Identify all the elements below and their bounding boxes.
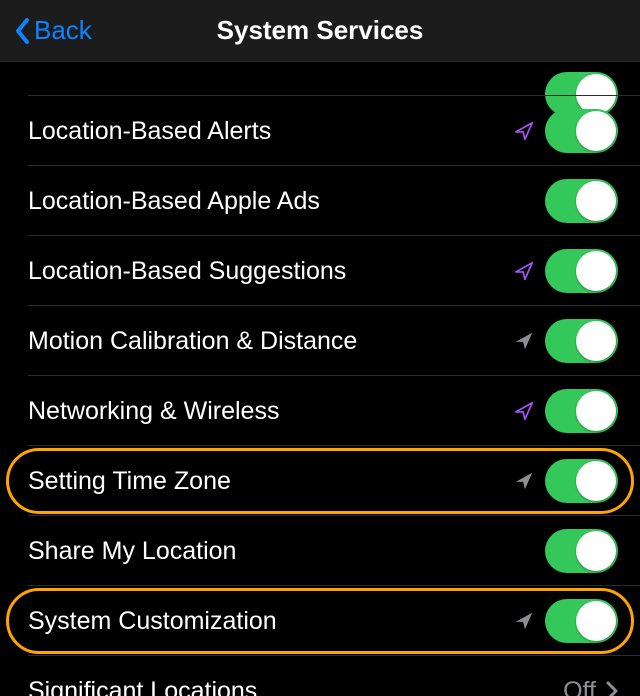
list-item: Share My Location (0, 516, 640, 586)
back-button[interactable]: Back (0, 15, 92, 46)
row-label: Significant Locations (28, 677, 563, 696)
list-item: Setting Time Zone (0, 446, 640, 516)
chevron-left-icon (14, 17, 30, 45)
toggle-switch[interactable] (545, 179, 618, 223)
row-label: Share My Location (28, 537, 545, 566)
row-label: Networking & Wireless (28, 397, 513, 426)
list-item-link[interactable]: Significant LocationsOff (0, 656, 640, 696)
location-arrow-icon (513, 470, 535, 492)
list-item: Location-Based Alerts (0, 96, 640, 166)
toggle-switch[interactable] (545, 599, 618, 643)
row-label: Motion Calibration & Distance (28, 327, 513, 356)
nav-header: Back System Services (0, 0, 640, 62)
toggle-switch[interactable] (545, 249, 618, 293)
toggle-switch[interactable] (545, 109, 618, 153)
list-item: Location-Based Apple Ads (0, 166, 640, 236)
row-label: Location-Based Alerts (28, 117, 513, 146)
toggle-switch[interactable] (545, 529, 618, 573)
row-label: Location-Based Suggestions (28, 257, 513, 286)
chevron-right-icon (606, 681, 618, 696)
row-value: Off (563, 677, 596, 696)
row-label: Setting Time Zone (28, 467, 513, 496)
toggle-switch[interactable] (545, 319, 618, 363)
row-label: System Customization (28, 607, 513, 636)
toggle-switch[interactable] (545, 389, 618, 433)
settings-list: Location-Based Alerts Location-Based App… (0, 62, 640, 696)
back-label: Back (34, 15, 92, 46)
location-arrow-icon (513, 260, 535, 282)
location-arrow-icon (513, 400, 535, 422)
list-item: Location-Based Suggestions (0, 236, 640, 306)
page-title: System Services (0, 15, 640, 46)
location-arrow-icon (513, 120, 535, 142)
toggle-switch[interactable] (545, 459, 618, 503)
location-arrow-icon (513, 330, 535, 352)
location-arrow-icon (513, 610, 535, 632)
list-item (0, 66, 640, 96)
row-label: Location-Based Apple Ads (28, 187, 545, 216)
list-item: Motion Calibration & Distance (0, 306, 640, 376)
list-item: Networking & Wireless (0, 376, 640, 446)
list-item: System Customization (0, 586, 640, 656)
